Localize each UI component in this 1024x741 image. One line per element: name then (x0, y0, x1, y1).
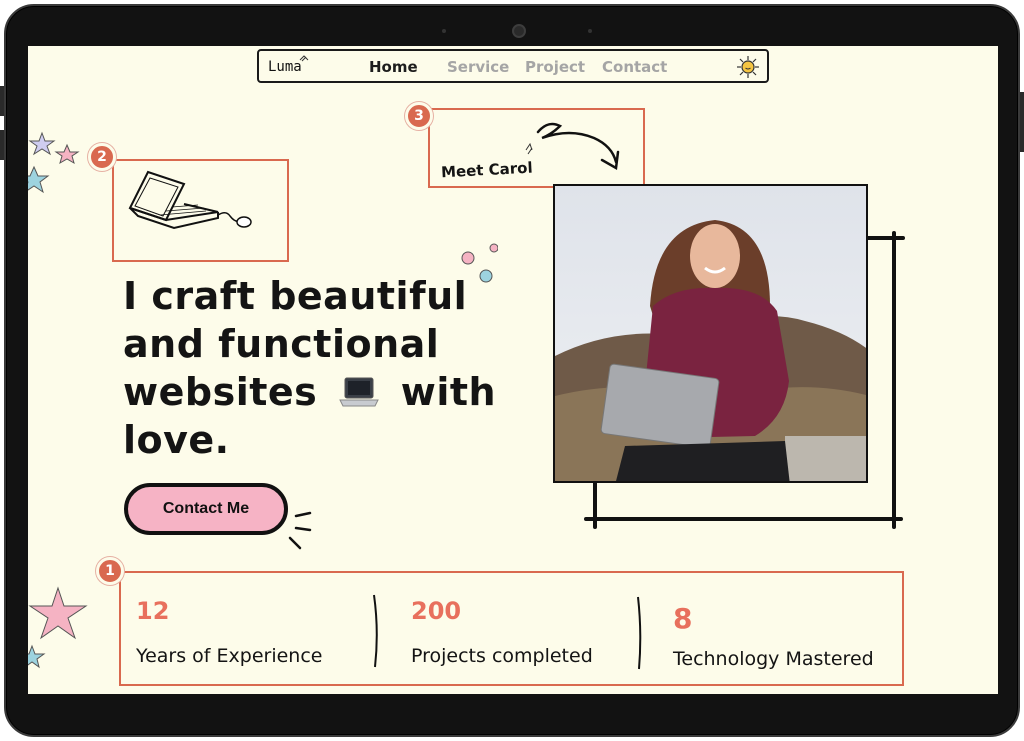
side-button (1020, 92, 1024, 152)
stat-years-label: Years of Experience (136, 645, 323, 667)
laptop-icon (339, 377, 379, 407)
headline-text: and functional (123, 322, 440, 366)
nav-link-project[interactable]: Project (525, 58, 585, 76)
star-cluster-icon (28, 131, 80, 194)
sensor-dot (442, 29, 446, 33)
stat-divider (373, 594, 378, 668)
nav-link-service[interactable]: Service (447, 58, 509, 76)
sparkle-icon (299, 55, 309, 62)
star-icon (28, 586, 88, 669)
stat-tech-label: Technology Mastered (673, 648, 874, 670)
sensor-dot (588, 29, 592, 33)
annotation-badge-3: 3 (405, 102, 433, 130)
nav-link-contact[interactable]: Contact (602, 58, 667, 76)
nav-link-home[interactable]: Home (369, 58, 418, 77)
side-button (0, 86, 4, 116)
stat-projects-value: 200 (411, 597, 462, 625)
annotation-badge-2: 2 (88, 143, 116, 171)
headline-text: with (400, 370, 497, 414)
stats-panel: 12 Years of Experience 200 Projects comp… (119, 571, 904, 686)
emphasis-lines-icon (288, 511, 312, 550)
stat-tech-value: 8 (673, 602, 693, 635)
stat-divider (637, 596, 642, 670)
contact-me-button[interactable]: Contact Me (124, 483, 288, 535)
headline-text: I craft (123, 274, 270, 318)
laptop-sketch-icon (128, 170, 252, 230)
stat-years-value: 12 (136, 597, 170, 625)
headline-text: love. (123, 418, 230, 462)
stat-projects-label: Projects completed (411, 645, 593, 667)
person-illustration (555, 186, 866, 481)
headline-text: websites (123, 370, 318, 414)
headline-highlight: beautiful (269, 274, 468, 318)
portrait-photo (553, 184, 868, 483)
side-button (0, 130, 4, 160)
hero-headline: I craft beautiful and functional website… (123, 272, 503, 464)
screen: Luma Home Service Project Contact 2 I cr… (28, 46, 998, 694)
sun-icon[interactable] (737, 56, 759, 78)
camera-icon (512, 24, 526, 38)
top-nav: Luma Home Service Project Contact (257, 49, 769, 83)
curved-arrow-icon (525, 122, 620, 171)
brand-logo[interactable]: Luma (268, 59, 302, 75)
